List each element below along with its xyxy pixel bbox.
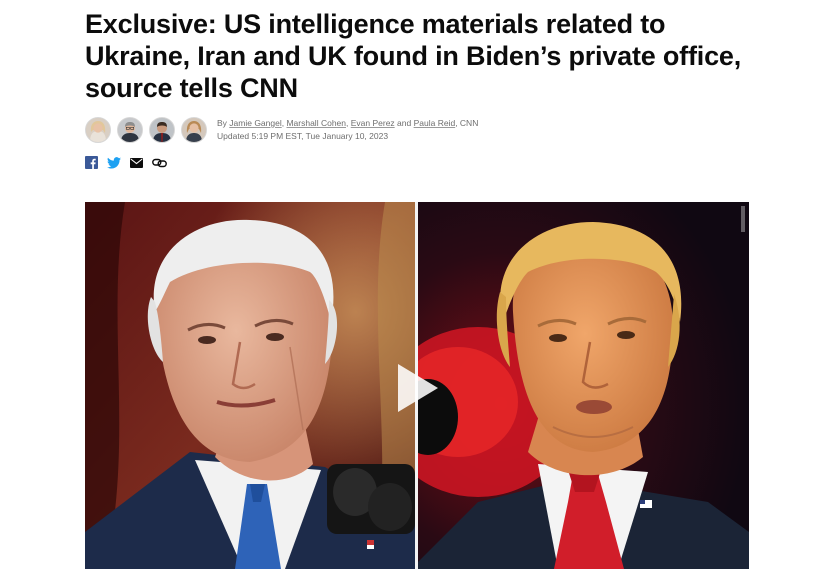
twitter-icon[interactable] xyxy=(107,156,121,169)
author-avatars xyxy=(85,117,207,143)
facebook-icon[interactable] xyxy=(85,156,98,169)
headline-line-3: source tells CNN xyxy=(85,73,298,103)
video-player[interactable] xyxy=(85,202,749,569)
video-thumbnail-right xyxy=(418,202,749,569)
headline-line-2: Ukraine, Iran and UK found in Biden’s pr… xyxy=(85,41,742,71)
avatar[interactable] xyxy=(149,117,175,143)
author-link[interactable]: Evan Perez xyxy=(351,118,395,128)
byline-prefix: By xyxy=(217,118,230,128)
headline-line-1: Exclusive: US intelligence materials rel… xyxy=(85,9,666,39)
headline: Exclusive: US intelligence materials rel… xyxy=(85,8,805,104)
video-thumbnail-left xyxy=(85,202,415,569)
copy-link-icon[interactable] xyxy=(152,158,167,168)
email-icon[interactable] xyxy=(130,157,143,168)
share-bar xyxy=(85,156,167,169)
author-link[interactable]: Marshall Cohen xyxy=(286,118,346,128)
photo-credit-mark xyxy=(741,206,745,232)
byline-suffix: , CNN xyxy=(455,118,479,128)
updated-timestamp: Updated 5:19 PM EST, Tue January 10, 202… xyxy=(217,131,389,141)
avatar[interactable] xyxy=(117,117,143,143)
play-icon[interactable] xyxy=(396,362,440,414)
author-link[interactable]: Paula Reid xyxy=(414,118,456,128)
avatar[interactable] xyxy=(181,117,207,143)
byline-text: By Jamie Gangel, Marshall Cohen, Evan Pe… xyxy=(217,117,478,143)
avatar[interactable] xyxy=(85,117,111,143)
author-separator: and xyxy=(394,118,414,128)
author-link[interactable]: Jamie Gangel xyxy=(229,118,281,128)
byline: By Jamie Gangel, Marshall Cohen, Evan Pe… xyxy=(85,113,478,147)
